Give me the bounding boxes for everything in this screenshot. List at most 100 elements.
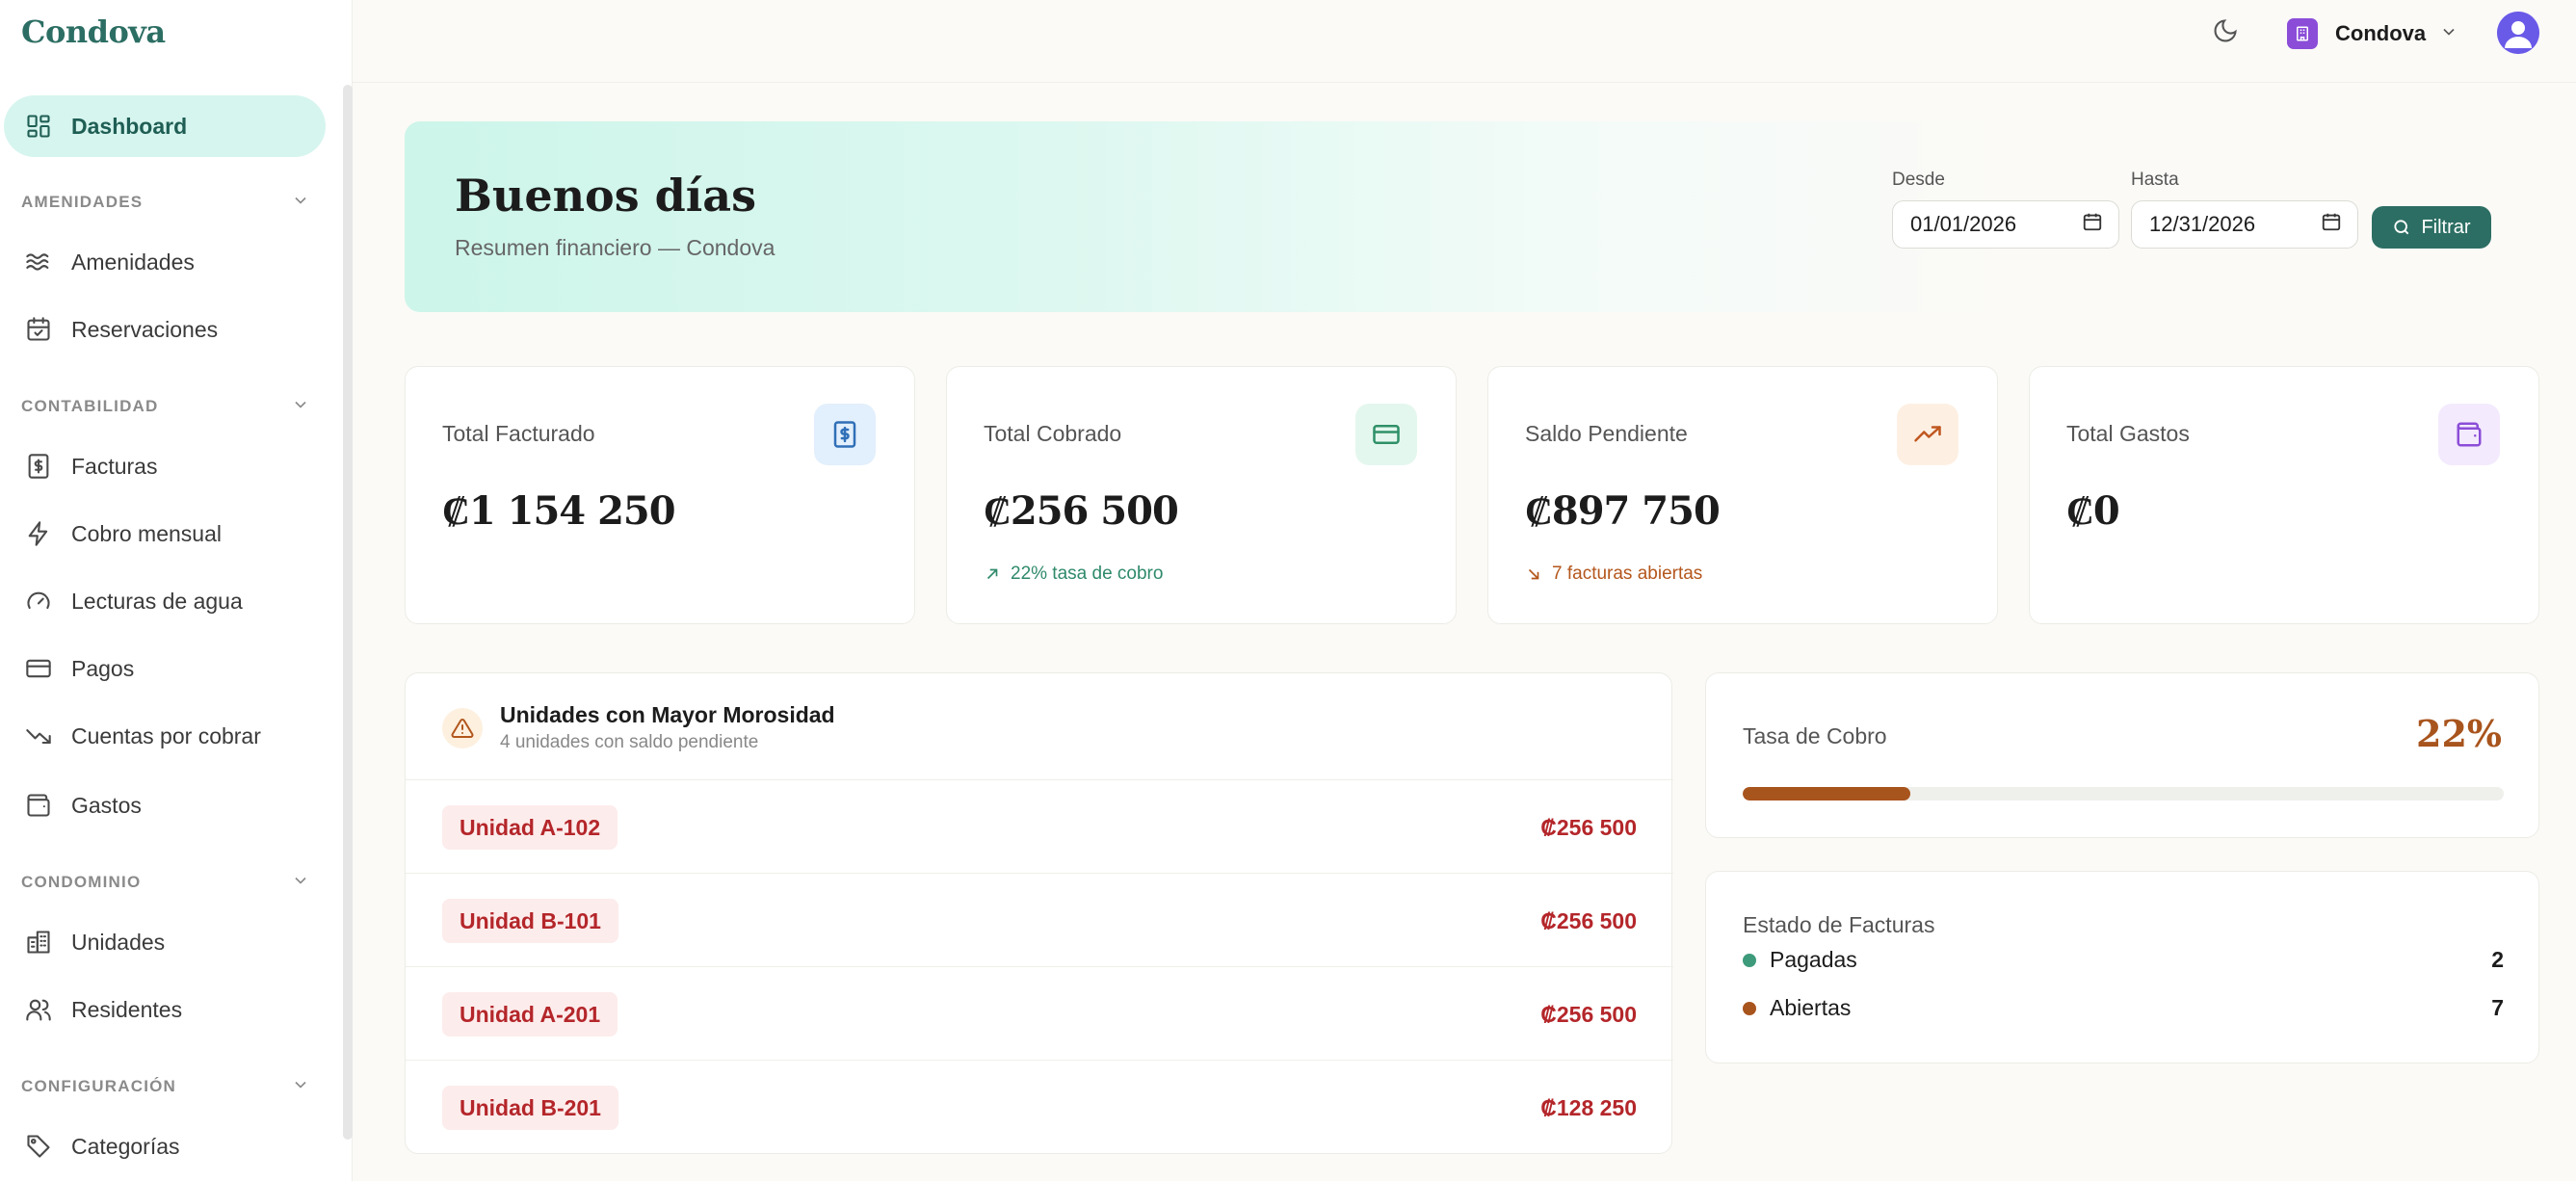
sidebar-item-cobro-mensual[interactable]: Cobro mensual xyxy=(4,503,326,564)
stat-card-total-facturado: Total Facturado ₡1 154 250 xyxy=(405,366,915,624)
arrow-up-right-icon xyxy=(986,568,998,580)
date-from-input[interactable]: 01/01/2026 xyxy=(1892,200,2119,249)
stat-value: ₡1 154 250 xyxy=(442,488,676,534)
panel-title: Unidades con Mayor Morosidad xyxy=(500,702,835,727)
sidebar-item-label: Categorías xyxy=(71,1133,180,1159)
sidebar-item-reservaciones[interactable]: Reservaciones xyxy=(4,299,326,360)
sidebar-item-unidades[interactable]: Unidades xyxy=(4,911,326,973)
chevron-down-icon xyxy=(291,191,310,215)
table-row[interactable]: Unidad A-201 ₡256 500 xyxy=(406,966,1673,1060)
sidebar-item-label: Reservaciones xyxy=(71,316,219,342)
table-row[interactable]: Unidad B-101 ₡256 500 xyxy=(406,873,1673,966)
sidebar-section-configuracion[interactable]: CONFIGURACIÓN xyxy=(21,1073,310,1100)
sidebar-item-facturas[interactable]: Facturas xyxy=(4,435,326,497)
sidebar-item-label: Facturas xyxy=(71,453,158,479)
stat-label: Saldo Pendiente xyxy=(1525,421,1688,446)
panel-header: Unidades con Mayor Morosidad 4 unidades … xyxy=(442,702,835,753)
sidebar-scrollbar[interactable] xyxy=(343,85,353,1140)
sidebar-section-condominio[interactable]: CONDOMINIO xyxy=(21,869,310,896)
filter-button[interactable]: Filtrar xyxy=(2372,206,2491,249)
section-title: CONFIGURACIÓN xyxy=(21,1077,177,1095)
date-to-group: Hasta 12/31/2026 xyxy=(2131,170,2358,249)
org-switcher[interactable]: Condova xyxy=(2287,17,2458,50)
credit-card-icon xyxy=(1355,404,1417,465)
sidebar-section-contabilidad[interactable]: CONTABILIDAD xyxy=(21,393,310,420)
sidebar-item-label: Cobro mensual xyxy=(71,520,222,546)
stat-note: 22% tasa de cobro xyxy=(984,564,1163,585)
invoice-status-title: Estado de Facturas xyxy=(1743,912,1935,937)
sidebar-item-lecturas-de-agua[interactable]: Lecturas de agua xyxy=(4,570,326,632)
chevron-down-icon xyxy=(2439,22,2458,46)
calendar-icon[interactable] xyxy=(2321,211,2342,238)
sidebar-item-residentes[interactable]: Residentes xyxy=(4,979,326,1040)
sidebar: Condova Dashboard AMENIDADES Amenidades … xyxy=(0,0,353,1181)
legend-label: Abiertas xyxy=(1770,995,1852,1020)
status-dot xyxy=(1743,1001,1756,1015)
collection-rate-card: Tasa de Cobro 22% xyxy=(1705,672,2539,838)
page-subtitle: Resumen financiero — Condova xyxy=(455,235,775,260)
date-from-label: Desde xyxy=(1892,170,1945,190)
moon-icon[interactable] xyxy=(2212,17,2241,46)
invoice-icon xyxy=(21,449,56,484)
collection-rate-label: Tasa de Cobro xyxy=(1743,723,1887,748)
stat-note: 7 facturas abiertas xyxy=(1525,564,1702,585)
zap-icon xyxy=(21,516,56,551)
credit-card-icon xyxy=(21,651,56,686)
legend-count: 2 xyxy=(2491,947,2504,972)
building-badge-icon xyxy=(2287,18,2318,49)
table-row[interactable]: Unidad A-102 ₡256 500 xyxy=(406,779,1673,873)
page-title: Buenos días xyxy=(455,170,756,222)
legend-count: 7 xyxy=(2491,995,2504,1020)
brand-logo[interactable]: Condova xyxy=(21,13,166,50)
building-icon xyxy=(21,925,56,959)
legend-item-pagadas: Pagadas 2 xyxy=(1743,947,2504,973)
users-icon xyxy=(21,992,56,1027)
stat-card-saldo-pendiente: Saldo Pendiente ₡897 750 7 facturas abie… xyxy=(1487,366,1998,624)
sidebar-item-label: Gastos xyxy=(71,792,142,818)
unit-amount: ₡256 500 xyxy=(1540,815,1637,840)
date-to-input[interactable]: 12/31/2026 xyxy=(2131,200,2358,249)
sidebar-section-amenidades[interactable]: AMENIDADES xyxy=(21,189,310,216)
unit-tag: Unidad B-101 xyxy=(442,899,618,943)
section-title: AMENIDADES xyxy=(21,193,144,211)
chevron-down-icon xyxy=(291,871,310,895)
sidebar-item-label: Pagos xyxy=(71,655,135,681)
sidebar-item-cuentas-por-cobrar[interactable]: Cuentas por cobrar xyxy=(4,705,326,767)
sidebar-item-pagos[interactable]: Pagos xyxy=(4,638,326,699)
stat-label: Total Facturado xyxy=(442,421,595,446)
sidebar-item-dashboard[interactable]: Dashboard xyxy=(4,95,326,157)
stat-card-total-cobrado: Total Cobrado ₡256 500 22% tasa de cobro xyxy=(946,366,1457,624)
sidebar-item-label: Residentes xyxy=(71,996,183,1022)
unit-tag: Unidad B-201 xyxy=(442,1086,618,1130)
stat-note-text: 7 facturas abiertas xyxy=(1552,564,1703,584)
panel-subtitle: 4 unidades con saldo pendiente xyxy=(500,732,759,752)
sidebar-item-gastos[interactable]: Gastos xyxy=(4,774,326,836)
table-row[interactable]: Unidad B-201 ₡128 250 xyxy=(406,1060,1673,1153)
stat-label: Total Gastos xyxy=(2066,421,2190,446)
unit-amount: ₡256 500 xyxy=(1540,908,1637,933)
stat-value: ₡256 500 xyxy=(984,488,1179,534)
invoice-icon xyxy=(814,404,876,465)
wallet-icon xyxy=(21,788,56,823)
sidebar-item-label: Unidades xyxy=(71,929,166,955)
invoice-status-card: Estado de Facturas Pagadas 2 Abiertas 7 xyxy=(1705,871,2539,1063)
calendar-icon[interactable] xyxy=(2082,211,2103,238)
stat-note-text: 22% tasa de cobro xyxy=(1011,564,1164,584)
unit-tag: Unidad A-102 xyxy=(442,805,618,850)
sidebar-item-amenidades[interactable]: Amenidades xyxy=(4,231,326,293)
sidebar-item-label: Lecturas de agua xyxy=(71,588,243,614)
user-avatar[interactable] xyxy=(2497,12,2539,54)
legend-label: Pagadas xyxy=(1770,947,1857,972)
warning-icon xyxy=(442,707,483,748)
stat-label: Total Cobrado xyxy=(984,421,1122,446)
sidebar-item-label: Cuentas por cobrar xyxy=(71,722,261,748)
sidebar-item-categorias[interactable]: Categorías xyxy=(4,1115,326,1177)
wallet-icon xyxy=(2438,404,2500,465)
section-title: CONDOMINIO xyxy=(21,873,142,891)
stat-card-total-gastos: Total Gastos ₡0 xyxy=(2029,366,2539,624)
trend-down-icon xyxy=(21,719,56,753)
search-icon xyxy=(2394,220,2409,235)
welcome-banner: Buenos días Resumen financiero — Condova… xyxy=(405,121,2539,312)
waves-icon xyxy=(21,245,56,279)
date-from-value: 01/01/2026 xyxy=(1910,212,2017,236)
